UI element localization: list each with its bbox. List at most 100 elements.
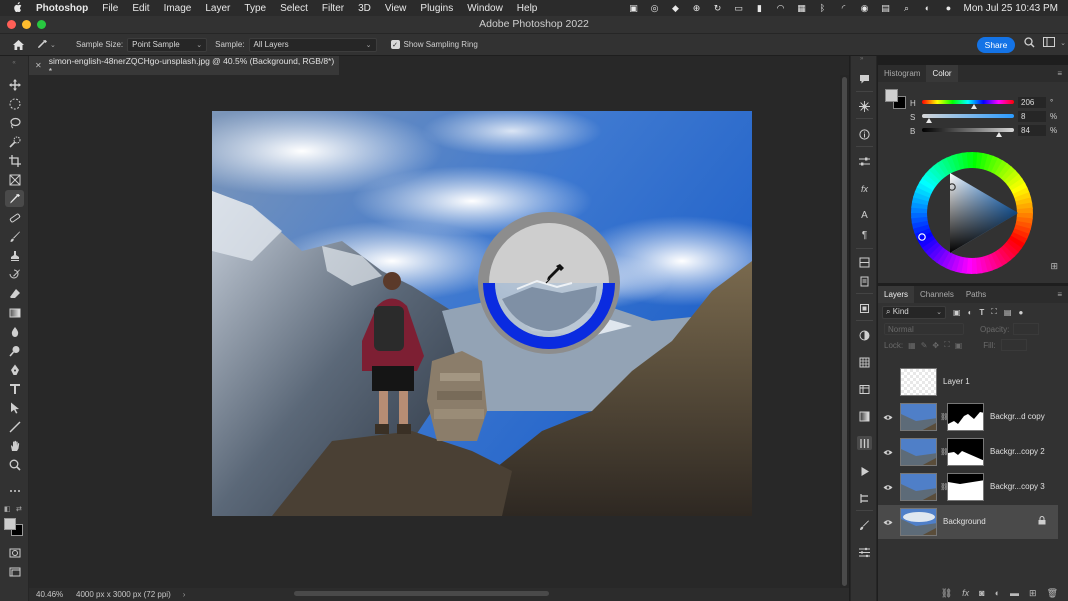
add-mask-icon[interactable]: ◙ [979, 588, 984, 598]
screen-mode-icon[interactable] [5, 563, 24, 580]
layer-name[interactable]: Background [943, 517, 986, 526]
eye-icon[interactable] [883, 413, 893, 421]
document-tab[interactable]: ✕ simon-english-48nerZQCHgo-unsplash.jpg… [29, 56, 339, 76]
brightness-value-input[interactable]: 84 [1018, 125, 1046, 136]
panel-menu-icon[interactable]: ≡ [1057, 290, 1062, 299]
saturation-value-input[interactable]: 8 [1018, 111, 1046, 122]
minimize-window-icon[interactable] [22, 20, 31, 29]
layer-name[interactable]: Backgr...d copy [990, 412, 1045, 421]
eraser-tool-icon[interactable] [5, 285, 24, 302]
grid-icon[interactable]: ▦ [796, 3, 808, 13]
siri-icon[interactable]: ● [943, 3, 955, 13]
canvas-area[interactable] [29, 75, 840, 588]
lock-position-icon[interactable]: ✥ [932, 341, 939, 350]
bluetooth-icon[interactable]: ᛒ [817, 3, 829, 13]
menu-help[interactable]: Help [517, 3, 538, 14]
eye-icon[interactable] [883, 483, 893, 491]
lock-all-icon[interactable]: ▣ [955, 341, 963, 350]
menu-image[interactable]: Image [164, 3, 192, 14]
zoom-tool-icon[interactable] [5, 456, 24, 473]
comments-icon[interactable] [857, 72, 872, 86]
blend-mode-dropdown[interactable]: Normal [884, 323, 964, 335]
home-icon[interactable] [0, 39, 36, 51]
tab-histogram[interactable]: Histogram [878, 65, 926, 82]
vertical-scroll-thumb[interactable] [842, 77, 847, 586]
chevron-right-icon[interactable]: › [183, 590, 186, 599]
new-layer-icon[interactable]: ⊞ [1029, 588, 1037, 599]
show-sampling-ring-checkbox[interactable]: ✓ [390, 40, 400, 49]
line-tool-icon[interactable] [5, 418, 24, 435]
play-action-icon[interactable] [857, 464, 872, 478]
trash-icon[interactable]: 🗑 [1047, 588, 1058, 599]
menu-layer[interactable]: Layer [205, 3, 230, 14]
close-icon[interactable]: ✕ [35, 61, 42, 70]
color-wheel[interactable] [910, 151, 1034, 275]
foreground-color-swatch-front[interactable] [4, 518, 16, 530]
filter-pixel-icon[interactable]: ▣ [953, 308, 961, 317]
dropbox-icon[interactable]: ◆ [670, 3, 682, 13]
move-tool-icon[interactable] [5, 76, 24, 93]
brush-settings-icon[interactable] [857, 545, 872, 559]
fill-input[interactable] [1000, 339, 1027, 351]
layer-row-background[interactable]: Background [878, 505, 1058, 539]
vertical-scrollbar[interactable] [840, 75, 849, 588]
history-brush-tool-icon[interactable] [5, 266, 24, 283]
lock-icon[interactable] [1038, 516, 1046, 527]
paragraph-icon[interactable]: ¶ [857, 228, 872, 242]
creative-cloud-icon[interactable]: ◎ [649, 3, 661, 13]
eyedropper-tool-icon[interactable] [5, 190, 24, 207]
menu-filter[interactable]: Filter [322, 3, 344, 14]
user-icon[interactable]: ◉ [859, 3, 871, 13]
document-info[interactable]: 4000 px x 3000 px (72 ppi) [76, 590, 171, 599]
more-tools-icon[interactable] [5, 482, 24, 499]
apple-icon[interactable] [10, 1, 24, 15]
menu-file[interactable]: File [102, 3, 118, 14]
filter-adjustment-icon[interactable]: ◐ [968, 308, 973, 317]
info-icon[interactable] [857, 127, 872, 141]
notes-icon[interactable] [857, 274, 872, 288]
filter-type-icon[interactable]: T [979, 308, 984, 317]
dodge-tool-icon[interactable] [5, 342, 24, 359]
adjustments-icon[interactable] [857, 328, 872, 342]
tab-color[interactable]: Color [926, 65, 958, 82]
hue-value-input[interactable]: 206 [1018, 97, 1046, 108]
workspace-icon[interactable] [1043, 37, 1055, 50]
brush-tool-icon[interactable] [5, 228, 24, 245]
layer-style-fx-icon[interactable]: fx [962, 588, 969, 598]
marquee-tool-icon[interactable] [5, 95, 24, 112]
layer-filter-dropdown[interactable]: ⌕ Kind ⌄ [882, 305, 946, 319]
screen-record-icon[interactable]: ▣ [628, 3, 640, 13]
panel-grip-icon[interactable]: « [0, 56, 28, 70]
hue-slider-track[interactable] [922, 100, 1014, 104]
lock-transparent-icon[interactable]: ▦ [908, 341, 916, 350]
gauge-icon[interactable]: ◠ [775, 3, 787, 13]
layer-name[interactable]: Backgr...copy 2 [990, 447, 1045, 456]
lock-artboard-icon[interactable]: ⛶ [944, 340, 950, 350]
quick-mask-icon[interactable] [5, 544, 24, 561]
airplay-icon[interactable]: ▭ [733, 3, 745, 13]
menu-3d[interactable]: 3D [358, 3, 371, 14]
sync-icon[interactable]: ↻ [712, 3, 724, 13]
navigator-icon[interactable] [857, 99, 872, 113]
saturation-slider-track[interactable] [922, 114, 1014, 118]
clone-stamp-tool-icon[interactable] [5, 247, 24, 264]
swatches-icon[interactable] [857, 355, 872, 369]
close-window-icon[interactable] [7, 20, 16, 29]
menu-plugins[interactable]: Plugins [420, 3, 453, 14]
channels-icon[interactable] [857, 436, 872, 450]
new-group-icon[interactable]: ▬ [1010, 588, 1019, 598]
lasso-tool-icon[interactable] [5, 114, 24, 131]
menu-type[interactable]: Type [244, 3, 266, 14]
filter-toggle-icon[interactable]: ● [1018, 308, 1023, 317]
menu-view[interactable]: View [385, 3, 407, 14]
sample-size-dropdown[interactable]: Point Sample ⌄ [127, 37, 208, 52]
bookmark-icon[interactable]: ▮ [754, 3, 766, 13]
spotlight-search-icon[interactable]: ⌕ [901, 3, 913, 13]
opacity-input[interactable] [1013, 323, 1040, 335]
control-center-icon[interactable]: ◐ [922, 3, 934, 13]
brightness-slider-handle[interactable] [996, 132, 1003, 137]
menu-select[interactable]: Select [280, 3, 308, 14]
menubar-clock[interactable]: Mon Jul 25 10:43 PM [964, 3, 1059, 14]
globe-icon[interactable]: ⊕ [691, 3, 703, 13]
tab-channels[interactable]: Channels [914, 286, 960, 303]
